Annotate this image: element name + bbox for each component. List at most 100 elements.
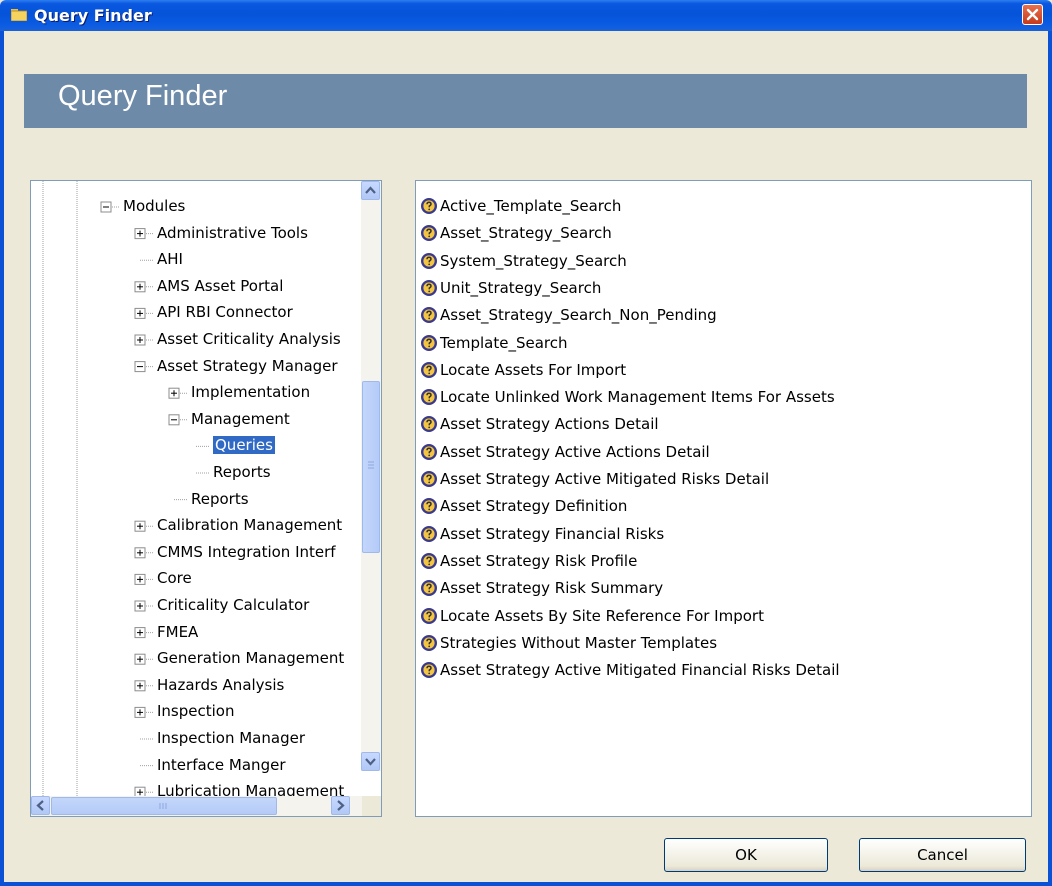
window-frame-left [0,31,4,886]
query-name: Asset Strategy Active Mitigated Risks De… [440,470,770,488]
tree-item[interactable]: Asset Strategy Manager [157,357,338,376]
tree-item-label: Inspection Manager [157,729,305,747]
query-list-item[interactable]: System_Strategy_Search [420,250,627,272]
tree-item[interactable]: Modules [123,197,185,216]
query-icon [421,279,437,296]
tree-item-label: Modules [123,197,186,215]
expand-plus-icon[interactable] [134,627,146,639]
collapse-minus-icon[interactable] [134,361,146,373]
tree-item[interactable]: Generation Management [157,649,344,668]
query-list-item[interactable]: Template_Search [420,332,567,354]
query-list-item[interactable]: Asset Strategy Active Actions Detail [420,441,710,463]
tree-item[interactable]: API RBI Connector [157,303,293,322]
close-button[interactable] [1022,4,1043,25]
query-list-item[interactable]: Asset Strategy Risk Summary [420,577,663,599]
tree-item[interactable]: Reports [191,490,249,509]
tree-vertical-scroll-thumb[interactable] [362,381,380,553]
tree-item[interactable]: AHI [157,250,183,269]
tree-item[interactable]: AMS Asset Portal [157,277,283,296]
query-name: Asset Strategy Definition [440,497,628,516]
tree-horizontal-scroll-thumb[interactable] [51,797,277,815]
tree-item[interactable]: Core [157,569,192,588]
tree-item[interactable]: Reports [213,463,271,482]
query-name: Asset Strategy Risk Profile [440,551,638,570]
query-list-item[interactable]: Strategies Without Master Templates [420,632,717,654]
tree-item[interactable]: Asset Criticality Analysis [157,330,341,349]
query-list-item[interactable]: Locate Assets By Site Reference For Impo… [420,605,764,627]
expand-plus-icon[interactable] [168,387,180,399]
query-list-item[interactable]: Asset Strategy Active Mitigated Financia… [420,659,840,681]
scroll-down-button[interactable] [361,752,380,771]
tree-item-label: Queries [213,436,275,455]
query-list-item[interactable]: Asset Strategy Financial Risks [420,523,664,545]
query-icon [421,334,437,351]
query-icon [421,662,437,679]
scroll-right-button[interactable] [331,796,350,815]
query-name: Asset Strategy Active Actions Detail [440,442,710,461]
tree-item[interactable]: Queries [213,436,275,455]
query-list[interactable]: Active_Template_Search Asset_Strategy_Sea… [415,180,1032,817]
tree-item[interactable]: Calibration Management [157,516,342,535]
tree-item-label: Calibration Management [157,516,343,535]
query-list-item[interactable]: Asset Strategy Definition [420,495,627,517]
expand-plus-icon[interactable] [134,706,146,718]
expand-plus-icon[interactable] [134,228,146,240]
query-list-item[interactable]: Locate Assets For Import [420,359,626,381]
tree-item[interactable]: Inspection [157,702,234,721]
tree-vertical-scrollbar[interactable] [361,181,381,771]
module-tree[interactable]: Modules Administrative Tools AHI AMS Asset … [30,180,382,817]
tree-item[interactable]: FMEA [157,623,198,642]
expand-plus-icon[interactable] [134,281,146,293]
tree-item[interactable]: Interface Manger [157,756,285,775]
query-list-item[interactable]: Asset_Strategy_Search_Non_Pending [420,304,717,326]
tree-item-label: Inspection [157,702,235,721]
tree-item-label: Asset Strategy Manager [157,356,338,375]
expand-plus-icon[interactable] [134,573,146,585]
ok-button[interactable]: OK [664,838,828,872]
expand-plus-icon[interactable] [134,653,146,665]
scroll-left-button[interactable] [31,796,50,815]
expand-plus-icon[interactable] [134,680,146,692]
tree-item[interactable]: Inspection Manager [157,729,305,748]
query-list-item[interactable]: Unit_Strategy_Search [420,277,601,299]
title-bar[interactable]: Query Finder [0,0,1052,31]
query-list-item[interactable]: Locate Unlinked Work Management Items Fo… [420,386,835,408]
collapse-minus-icon[interactable] [168,414,180,426]
query-list-item[interactable]: Active_Template_Search [420,195,621,217]
expand-plus-icon[interactable] [134,547,146,559]
query-icon [421,471,437,487]
tree-item-label: Asset Criticality Analysis [157,330,341,348]
chevron-up-icon [365,186,376,194]
query-list-item[interactable]: Asset Strategy Active Mitigated Risks De… [420,468,769,490]
query-name: Locate Unlinked Work Management Items Fo… [440,388,835,407]
tree-item-label: Reports [191,489,249,508]
tree-item[interactable]: Administrative Tools [157,224,308,243]
grip-icon [159,803,167,809]
tree-item[interactable]: Management [191,410,290,429]
tree-item[interactable]: Criticality Calculator [157,596,309,615]
tree-item[interactable]: Hazards Analysis [157,676,284,695]
scroll-up-button[interactable] [361,181,380,200]
collapse-minus-icon[interactable] [100,201,112,213]
tree-item-label: Criticality Calculator [157,596,310,614]
expand-plus-icon[interactable] [134,520,146,532]
cancel-button[interactable]: Cancel [859,838,1026,872]
query-icon [421,252,437,269]
expand-plus-icon[interactable] [134,307,146,319]
expand-plus-icon[interactable] [134,600,146,612]
chevron-left-icon [36,800,44,811]
query-name: Active_Template_Search [440,197,622,215]
query-list-item[interactable]: Asset_Strategy_Search [420,222,612,244]
query-list-item[interactable]: Asset Strategy Actions Detail [420,413,659,435]
query-icon [421,580,437,597]
tree-item-label: API RBI Connector [157,303,293,322]
scroll-corner [362,796,381,816]
expand-plus-icon[interactable] [134,334,146,346]
tree-item-label: CMMS Integration Interf [157,542,336,561]
tree-item[interactable]: CMMS Integration Interf [157,543,336,562]
query-list-item[interactable]: Asset Strategy Risk Profile [420,550,637,572]
expand-plus-icon[interactable] [134,786,146,796]
header-banner: Query Finder [24,74,1027,128]
tree-item[interactable]: Implementation [191,383,310,402]
tree-horizontal-scrollbar[interactable] [31,796,381,816]
